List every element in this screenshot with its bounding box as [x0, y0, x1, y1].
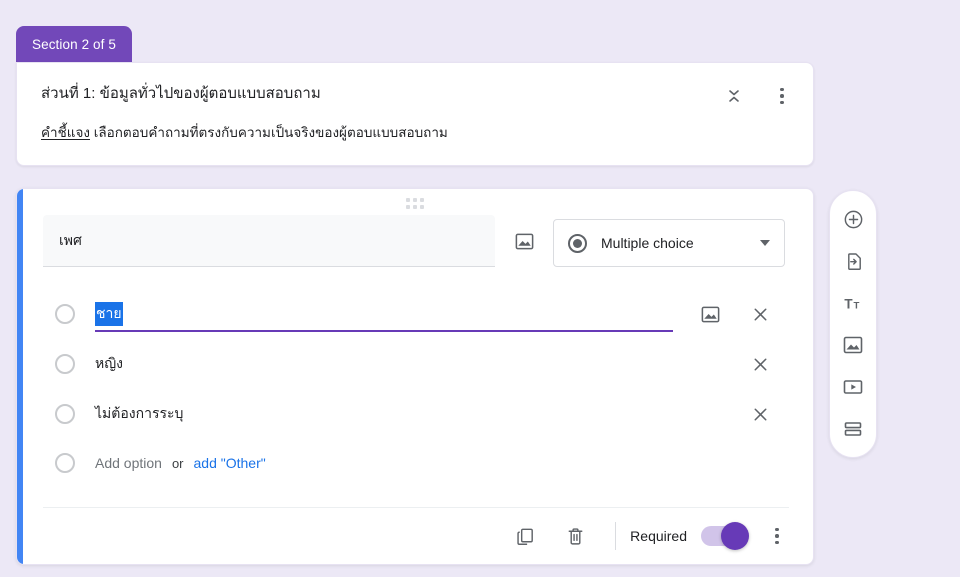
question-image-icon[interactable]	[511, 228, 537, 254]
question-more-icon[interactable]	[757, 516, 797, 556]
add-option-row: Add option or add "Other"	[43, 439, 789, 487]
import-questions-button[interactable]	[833, 241, 873, 281]
section-counter-tab: Section 2 of 5	[16, 26, 132, 62]
question-header: เพศ Multiple choice	[43, 215, 789, 267]
add-section-button[interactable]	[833, 409, 873, 449]
add-image-button[interactable]	[833, 325, 873, 365]
add-title-button[interactable]: T T	[833, 283, 873, 323]
add-option-button[interactable]: Add option	[95, 455, 162, 471]
section-description-rest: เลือกตอบคำถามที่ตรงกับความเป็นจริงของผู้…	[89, 125, 448, 140]
collapse-icon[interactable]	[721, 83, 747, 109]
option-remove-icon[interactable]	[747, 351, 773, 377]
or-label: or	[171, 455, 184, 471]
question-title-input[interactable]: เพศ	[43, 215, 495, 267]
active-card-accent-bar	[17, 189, 23, 564]
trash-icon[interactable]	[555, 516, 595, 556]
option-radio-icon	[55, 304, 75, 324]
add-other-link[interactable]: add "Other"	[194, 455, 266, 471]
option-radio-icon	[55, 404, 75, 424]
section-card-body[interactable]: ส่วนที่ 1: ข้อมูลทั่วไปของผู้ตอบแบบสอบถา…	[16, 62, 814, 166]
question-type-dropdown[interactable]: Multiple choice	[553, 219, 785, 267]
required-toggle[interactable]	[701, 522, 749, 550]
option-row[interactable]: หญิง	[43, 339, 789, 389]
option-label: ชาย	[95, 302, 123, 326]
footer-divider-vertical	[615, 522, 617, 550]
svg-text:T: T	[844, 296, 853, 311]
section-more-icon[interactable]	[769, 83, 795, 109]
question-card[interactable]: เพศ Multiple choice ชาย หญิง ไม่ต้องการร…	[16, 188, 814, 565]
question-title-value: เพศ	[59, 231, 82, 248]
section-description-underlined: คำชี้แจง	[41, 125, 90, 140]
question-footer-toolbar: Required	[17, 508, 813, 564]
option-remove-icon[interactable]	[747, 401, 773, 427]
options-list: ชาย หญิง ไม่ต้องการระบุ Add option or ad…	[43, 289, 789, 487]
option-input[interactable]: ไม่ต้องการระบุ	[95, 389, 747, 439]
duplicate-icon[interactable]	[505, 516, 545, 556]
editor-side-toolbar: T T	[829, 190, 877, 458]
section-title[interactable]: ส่วนที่ 1: ข้อมูลทั่วไปของผู้ตอบแบบสอบถา…	[41, 83, 789, 105]
option-focus-underline	[95, 330, 673, 332]
section-counter-label: Section 2 of 5	[32, 36, 116, 52]
svg-text:T: T	[853, 300, 859, 311]
option-image-icon[interactable]	[697, 301, 723, 327]
radio-filled-icon	[568, 233, 587, 253]
option-row[interactable]: ไม่ต้องการระบุ	[43, 389, 789, 439]
option-remove-icon[interactable]	[747, 301, 773, 327]
option-row[interactable]: ชาย	[43, 289, 789, 339]
drag-handle-icon[interactable]	[406, 198, 424, 209]
section-actions	[721, 83, 795, 109]
option-input[interactable]: ชาย	[95, 289, 697, 339]
add-question-button[interactable]	[833, 199, 873, 239]
section-description[interactable]: คำชี้แจง เลือกตอบคำถามที่ตรงกับความเป็นจ…	[41, 123, 789, 143]
option-label: หญิง	[95, 355, 123, 371]
option-radio-icon	[55, 453, 75, 473]
add-video-button[interactable]	[833, 367, 873, 407]
option-actions	[747, 351, 779, 377]
question-type-label: Multiple choice	[601, 235, 694, 251]
required-toggle-knob	[721, 522, 749, 550]
section-header-card: Section 2 of 5 ส่วนที่ 1: ข้อมูลทั่วไปขอ…	[16, 26, 814, 166]
option-input[interactable]: หญิง	[95, 339, 747, 389]
option-actions	[747, 401, 779, 427]
option-actions	[697, 301, 779, 327]
chevron-down-icon	[760, 240, 770, 246]
required-label: Required	[630, 528, 687, 544]
option-radio-icon	[55, 354, 75, 374]
option-label: ไม่ต้องการระบุ	[95, 405, 184, 421]
